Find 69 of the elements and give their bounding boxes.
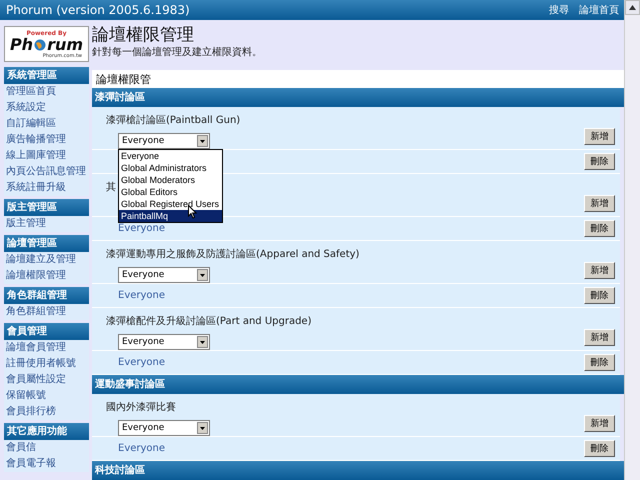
sidebar-heading: 角色群組管理 bbox=[4, 287, 89, 304]
sidebar-link[interactable]: 內頁公告訊息管理 bbox=[4, 164, 89, 180]
remove-button[interactable]: 刪除 bbox=[584, 287, 615, 304]
dropdown-option[interactable]: Global Editors bbox=[119, 186, 222, 198]
remove-button[interactable]: 刪除 bbox=[584, 354, 615, 371]
add-button[interactable]: 新增 bbox=[584, 195, 615, 212]
section-header: 科技討論區 bbox=[92, 461, 624, 480]
sidebar-link[interactable]: 會員屬性設定 bbox=[4, 372, 89, 388]
dropdown-option[interactable]: Global Administrators bbox=[119, 162, 222, 174]
sidebar-heading: 論壇管理區 bbox=[4, 235, 89, 252]
sidebar-link[interactable]: 系統註冊升級 bbox=[4, 180, 89, 196]
section-header: 運動盛事討論區 bbox=[92, 375, 624, 394]
member-group: Everyone bbox=[118, 443, 166, 454]
scrollbar[interactable] bbox=[624, 0, 640, 480]
sidebar-link[interactable]: 會員電子報 bbox=[4, 456, 89, 472]
scroll-up-button[interactable] bbox=[625, 0, 640, 15]
sidebar-link[interactable]: 版主管理 bbox=[4, 216, 89, 232]
sidebar-link[interactable]: 線上圖庫管理 bbox=[4, 148, 89, 164]
group-select[interactable]: Everyone bbox=[118, 334, 210, 350]
sidebar-link[interactable]: 註冊使用者帳號 bbox=[4, 356, 89, 372]
forum-name: 漆彈槍配件及升級討論區(Part and Upgrade) bbox=[106, 314, 312, 328]
sidebar-heading: 其它應用功能 bbox=[4, 423, 89, 440]
top-link[interactable]: 搜尋 bbox=[549, 3, 569, 17]
caret-icon bbox=[200, 340, 205, 344]
caret-icon bbox=[200, 426, 205, 430]
sidebar-heading: 系統管理區 bbox=[4, 67, 89, 84]
sidebar-heading: 會員管理 bbox=[4, 323, 89, 340]
sidebar-link[interactable]: 會員排行榜 bbox=[4, 404, 89, 420]
sidebar-link[interactable]: 管理區首頁 bbox=[4, 84, 89, 100]
sidebar-link[interactable]: 廣告輪播管理 bbox=[4, 132, 89, 148]
member-group: Everyone bbox=[118, 223, 166, 234]
forum-name: 國內外漆彈比賽 bbox=[106, 400, 176, 414]
sidebar-link[interactable]: 自訂編輯區 bbox=[4, 116, 89, 132]
add-button[interactable]: 新增 bbox=[584, 329, 615, 346]
sidebar-link[interactable]: 會員信 bbox=[4, 440, 89, 456]
sidebar-link[interactable]: 論壇會員管理 bbox=[4, 340, 89, 356]
window-title: Phorum (version 2005.6.1983) bbox=[6, 3, 190, 17]
page-subtitle: 針對每一個論壇管理及建立權限資料。 bbox=[92, 46, 263, 60]
remove-button[interactable]: 刪除 bbox=[584, 440, 615, 457]
dropdown-option[interactable]: PaintballMq bbox=[119, 210, 222, 222]
up-arrow-icon bbox=[629, 5, 636, 10]
add-button[interactable]: 新增 bbox=[584, 128, 615, 145]
remove-button[interactable]: 刪除 bbox=[584, 220, 615, 237]
group-select[interactable]: Everyone bbox=[118, 267, 210, 283]
forum-name: 漆彈運動專用之服飾及防護討論區(Apparel and Safety) bbox=[106, 248, 360, 261]
page-title: 論壇權限管理 bbox=[92, 24, 195, 46]
dropdown-option[interactable]: Global Registered Users bbox=[119, 198, 222, 210]
group-select[interactable]: Everyone bbox=[118, 133, 210, 149]
section-header: 漆彈討論區 bbox=[92, 88, 624, 107]
sidebar-link[interactable]: 保留帳號 bbox=[4, 388, 89, 404]
add-button[interactable]: 新增 bbox=[584, 415, 615, 432]
caret-icon bbox=[200, 140, 205, 142]
caret-icon bbox=[200, 274, 205, 276]
forum-name: 漆彈槍討論區(Paintball Gun) bbox=[106, 114, 240, 127]
sidebar-link[interactable]: 角色群組管理 bbox=[4, 304, 89, 320]
top-link[interactable]: 論壇首頁 bbox=[579, 3, 619, 17]
member-group: Everyone bbox=[118, 290, 166, 301]
sidebar-link[interactable]: 論壇權限管理 bbox=[4, 268, 89, 284]
forum-name: 其 bbox=[106, 180, 116, 194]
dropdown-option[interactable]: Global Moderators bbox=[119, 174, 222, 186]
sidebar-link[interactable]: 系統設定 bbox=[4, 100, 89, 116]
group-select[interactable]: Everyone bbox=[118, 420, 210, 436]
remove-button[interactable]: 刪除 bbox=[584, 153, 615, 170]
sidebar-link[interactable]: 論壇建立及管理 bbox=[4, 252, 89, 268]
dropdown-option[interactable]: Everyone bbox=[119, 150, 222, 162]
sidebar-heading: 版主管理區 bbox=[4, 199, 89, 216]
panel-title: 論壇權限管 bbox=[96, 72, 151, 86]
member-group: Everyone bbox=[118, 357, 166, 368]
add-button[interactable]: 新增 bbox=[584, 262, 615, 279]
